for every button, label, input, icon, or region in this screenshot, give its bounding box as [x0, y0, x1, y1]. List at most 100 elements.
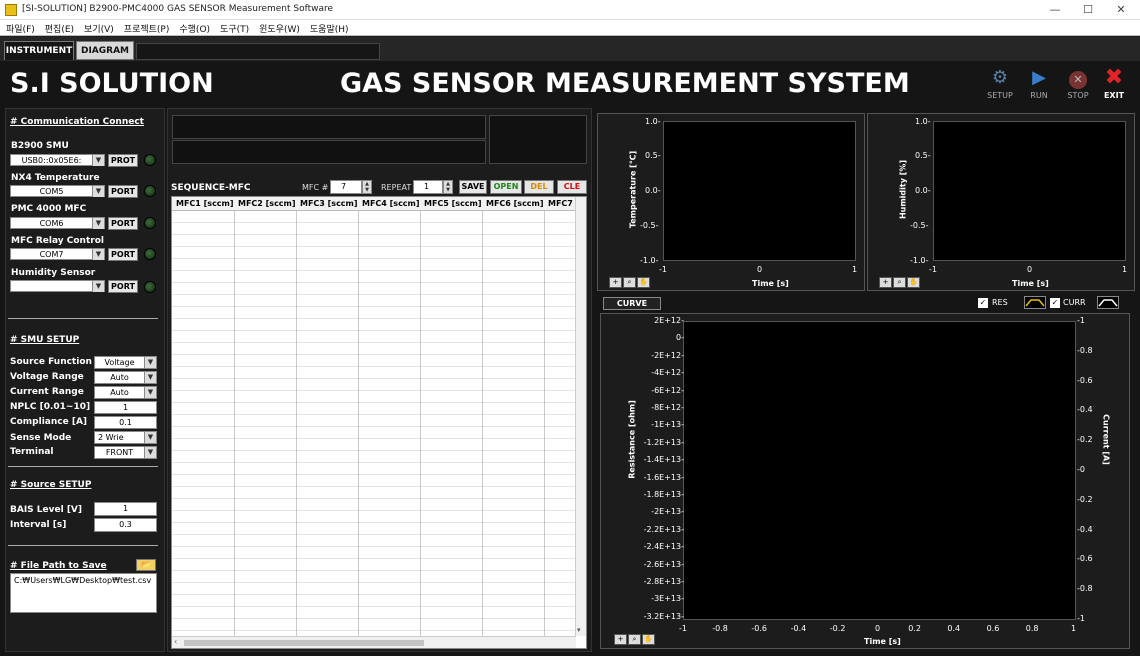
pmc-status-led [144, 217, 156, 229]
curve-graph-palette[interactable]: + ⌕ ✋ [614, 634, 656, 645]
maximize-button[interactable]: ☐ [1073, 3, 1103, 16]
gear-icon: ⚙ [991, 67, 1009, 88]
scroll-down-icon[interactable]: ▾ [577, 626, 581, 634]
bias-label: BAIS Level [V] [10, 505, 83, 515]
zoom-icon[interactable]: ⌕ [623, 277, 636, 288]
stop-button[interactable]: ✕ STOP [1058, 68, 1098, 100]
current-range-select[interactable]: Auto ▼ [94, 386, 157, 399]
app-icon [5, 4, 17, 16]
curve-x-tick: -0.4 [790, 624, 807, 633]
minimize-button[interactable]: — [1040, 3, 1070, 16]
pan-icon[interactable]: ✋ [637, 277, 650, 288]
hum-y-tick: 1.0- [915, 117, 931, 126]
sequence-title: SEQUENCE-MFC [171, 183, 251, 193]
close-window-button[interactable]: ✕ [1106, 3, 1136, 16]
stop-icon: ✕ [1066, 68, 1090, 89]
file-path-heading: # File Path to Save [10, 561, 107, 571]
menu-file[interactable]: 파일(F) [0, 20, 39, 35]
status-display-2 [172, 140, 486, 164]
nx4-port-select[interactable]: COM5 ▼ [10, 185, 105, 197]
pmc-label: PMC 4000 MFC [11, 204, 87, 214]
cursor-icon[interactable]: + [879, 277, 892, 288]
col-mfc6: MFC6 [sccm] [486, 199, 544, 208]
horizontal-scrollbar[interactable]: ‹ [172, 636, 576, 648]
pmc-port-button[interactable]: PORT [108, 217, 138, 230]
pan-icon[interactable]: ✋ [642, 634, 655, 645]
menu-project[interactable]: 프로젝트(P) [118, 20, 174, 35]
cursor-icon[interactable]: + [614, 634, 627, 645]
humidity-port-button[interactable]: PORT [108, 280, 138, 293]
tab-diagram[interactable]: DIAGRAM [76, 41, 134, 60]
zoom-icon[interactable]: ⌕ [893, 277, 906, 288]
curr-legend-icon[interactable] [1097, 296, 1119, 309]
pmc-port-select[interactable]: COM6 ▼ [10, 217, 105, 229]
b2900-prot-button[interactable]: PROT [108, 154, 138, 167]
relay-port-button[interactable]: PORT [108, 248, 138, 261]
humidity-port-select[interactable]: ▼ [10, 280, 105, 292]
menu-edit[interactable]: 편집(E) [39, 20, 78, 35]
repeat-input[interactable]: 1 [413, 180, 443, 194]
folder-browse-button[interactable]: 📂 [136, 559, 156, 571]
exit-x-icon: ✖ [1104, 65, 1124, 90]
curve-tab[interactable]: CURVE [603, 297, 661, 310]
hum-graph-palette[interactable]: + ⌕ ✋ [879, 277, 921, 288]
scroll-thumb[interactable] [184, 640, 424, 646]
pan-icon[interactable]: ✋ [907, 277, 920, 288]
tab-filler [136, 43, 380, 60]
file-path-input[interactable]: C:₩Users₩LG₩Desktop₩test.csv [10, 573, 157, 613]
temperature-plot-area[interactable] [663, 121, 856, 261]
bias-input[interactable]: 1 [94, 502, 157, 516]
res-legend-icon[interactable] [1024, 296, 1046, 309]
sequence-table[interactable]: MFC1 [sccm] MFC2 [sccm] MFC3 [sccm] MFC4… [171, 196, 587, 649]
zoom-icon[interactable]: ⌕ [628, 634, 641, 645]
clear-button[interactable]: CLE [557, 180, 587, 194]
mfc-count-stepper[interactable]: ▲ ▼ [362, 180, 372, 194]
exit-button[interactable]: ✖ EXIT [1094, 65, 1134, 101]
setup-label: SETUP [987, 91, 1013, 100]
open-button[interactable]: OPEN [490, 180, 522, 194]
menu-window[interactable]: 윈도우(W) [253, 20, 304, 35]
menu-help[interactable]: 도움말(H) [304, 20, 353, 35]
delete-button[interactable]: DEL [524, 180, 554, 194]
vertical-scrollbar[interactable]: ▾ [575, 197, 586, 636]
voltage-range-select[interactable]: Auto ▼ [94, 371, 157, 384]
run-label: RUN [1030, 91, 1048, 100]
curve-y2-tick: -1 [1077, 614, 1085, 623]
humidity-status-led [144, 281, 156, 293]
table-body[interactable] [172, 211, 576, 636]
b2900-resource-select[interactable]: USB0::0x05E6: ▼ [10, 154, 105, 166]
humidity-plot-area[interactable] [933, 121, 1126, 261]
terminal-select[interactable]: FRONT ▼ [94, 446, 157, 459]
tab-instrument[interactable]: INSTRUMENT [4, 41, 74, 60]
curr-checkbox[interactable]: ✓ [1050, 298, 1060, 308]
nx4-port-button[interactable]: PORT [108, 185, 138, 198]
temp-graph-palette[interactable]: + ⌕ ✋ [609, 277, 651, 288]
save-button[interactable]: SAVE [459, 180, 487, 194]
res-checkbox[interactable]: ✓ [978, 298, 988, 308]
setup-button[interactable]: ⚙ SETUP [980, 67, 1020, 101]
menu-operate[interactable]: 수행(O) [173, 20, 214, 35]
chevron-down-icon: ▼ [144, 357, 156, 368]
relay-port-select[interactable]: COM7 ▼ [10, 248, 105, 260]
curve-x-tick: -0.6 [751, 624, 767, 633]
window-titlebar: [SI-SOLUTION] B2900-PMC4000 GAS SENSOR M… [0, 0, 1140, 20]
relay-label: MFC Relay Control [11, 236, 104, 246]
source-function-select[interactable]: Voltage ▼ [94, 356, 157, 369]
interval-input[interactable]: 0.3 [94, 518, 157, 532]
curve-y-tick: -1E+13- [651, 420, 684, 430]
sense-mode-select[interactable]: 2 Wrie ▼ [94, 431, 157, 444]
temp-y-tick: 1.0- [645, 117, 661, 126]
nplc-input[interactable]: 1 [94, 401, 157, 414]
curve-plot-area[interactable] [683, 321, 1076, 620]
scroll-left-icon[interactable]: ‹ [174, 637, 177, 646]
chevron-down-icon: ▼ [92, 155, 104, 166]
run-button[interactable]: ▶ RUN [1019, 68, 1059, 101]
compliance-input[interactable]: 0.1 [94, 416, 157, 429]
cursor-icon[interactable]: + [609, 277, 622, 288]
repeat-stepper[interactable]: ▲ ▼ [443, 180, 453, 194]
curve-y2-tick: -0.8 [1077, 345, 1093, 355]
smu-heading: # SMU SETUP [10, 335, 80, 345]
menu-tools[interactable]: 도구(T) [214, 20, 253, 35]
menu-view[interactable]: 보기(V) [78, 20, 118, 35]
mfc-count-input[interactable]: 7 [330, 180, 362, 194]
